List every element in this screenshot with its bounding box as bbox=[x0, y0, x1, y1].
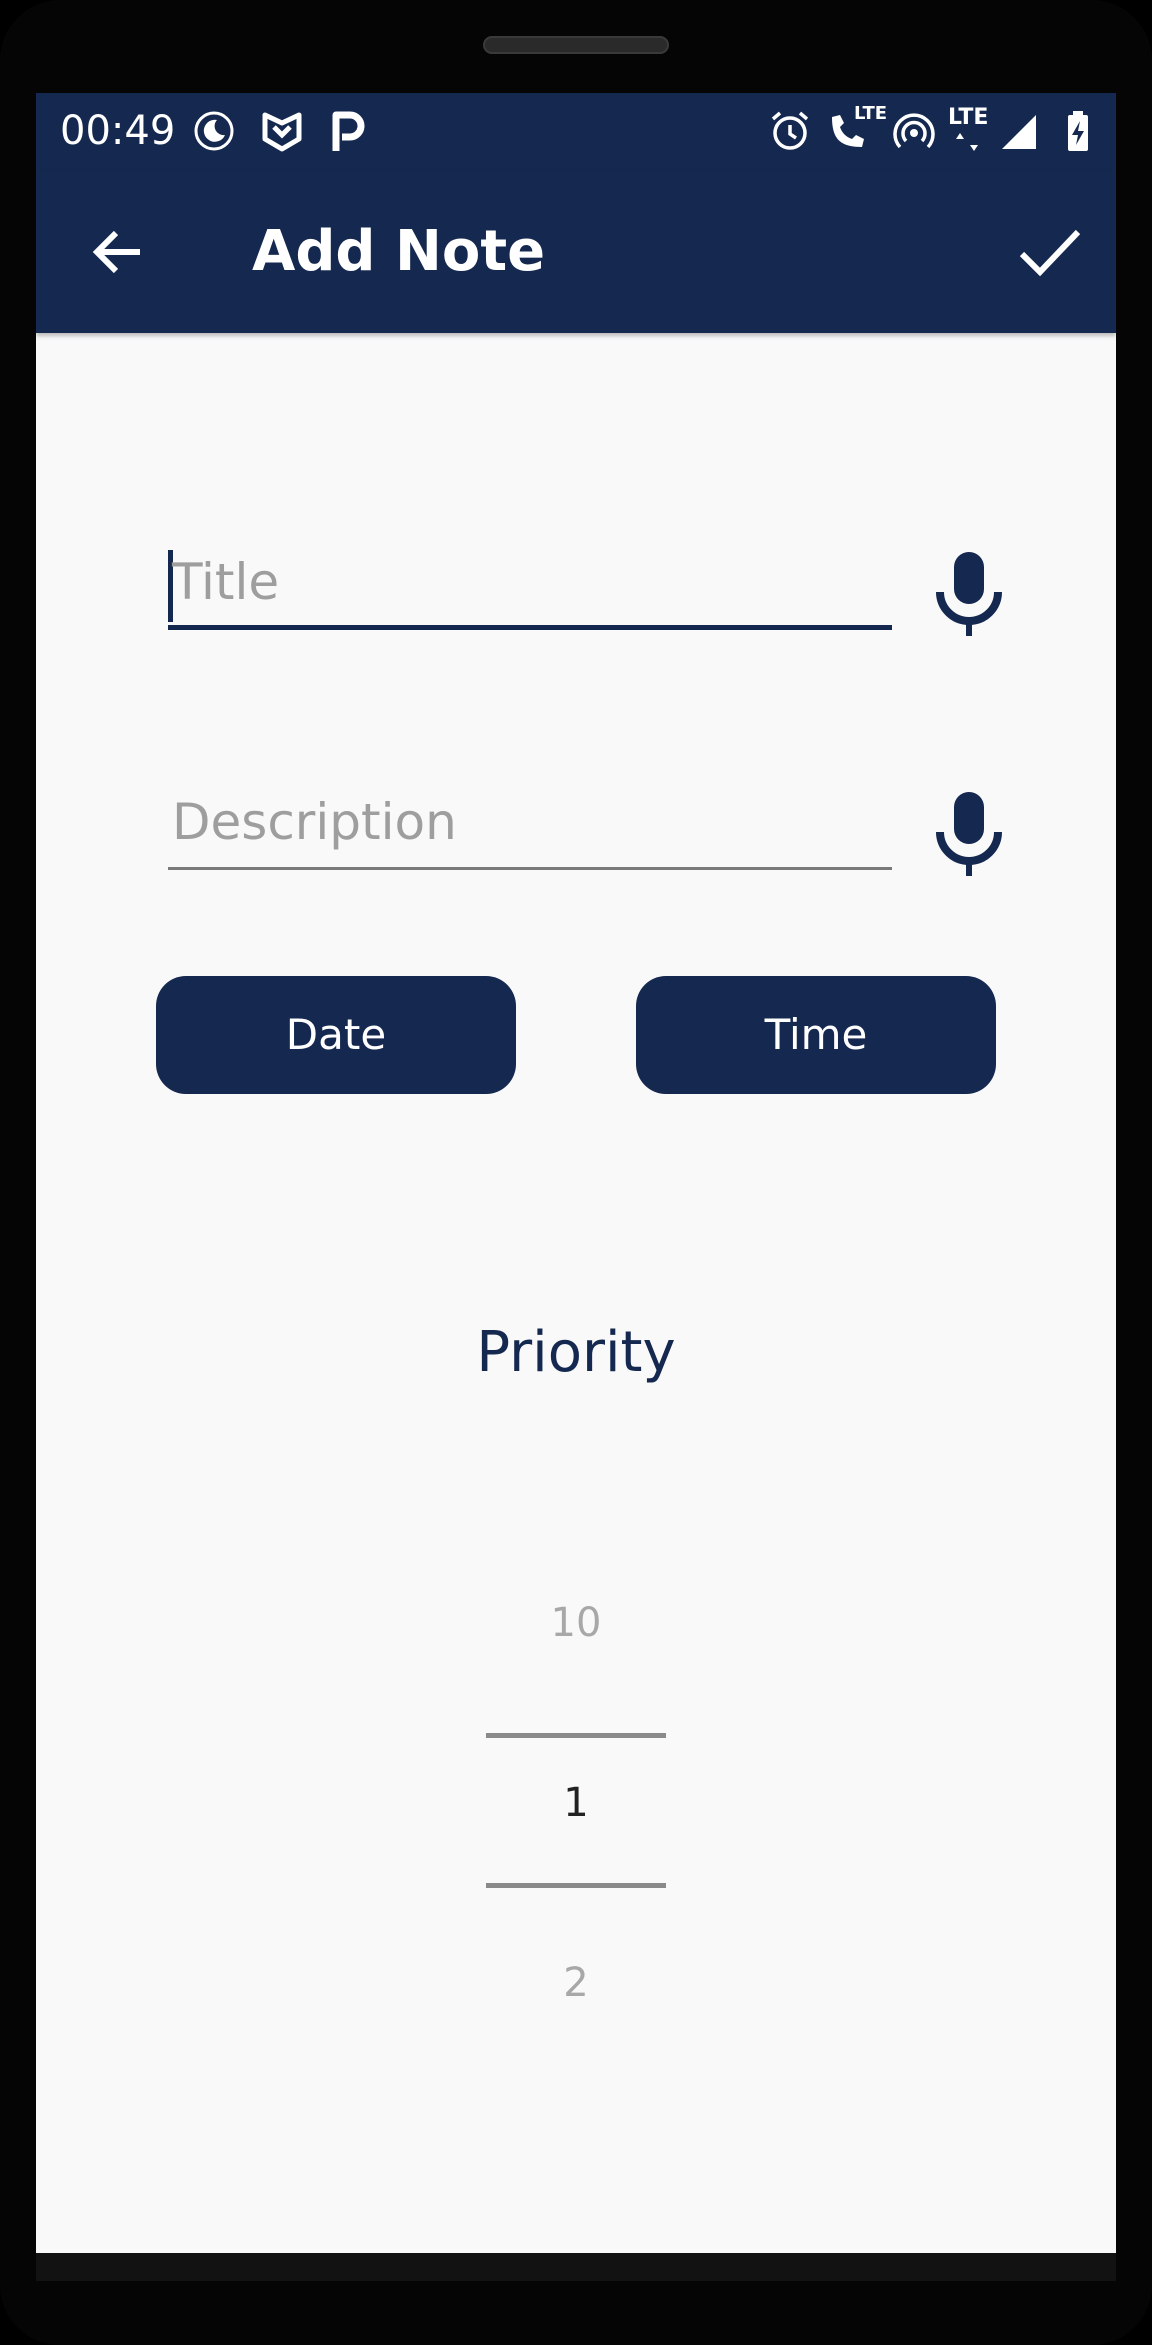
description-underline bbox=[168, 867, 892, 870]
priority-label: Priority bbox=[476, 1320, 676, 1385]
title-input[interactable]: Title bbox=[168, 540, 892, 630]
priority-picker[interactable]: 10 1 2 bbox=[456, 1493, 696, 2006]
lte-data-label: LTE bbox=[948, 105, 989, 130]
picker-next-value[interactable]: 2 bbox=[456, 1953, 696, 2013]
picker-previous-value[interactable]: 10 bbox=[456, 1593, 696, 1653]
phone-bottom-bezel bbox=[36, 2253, 1116, 2281]
title-underline bbox=[168, 625, 892, 630]
app-bar: Add Note bbox=[36, 170, 1116, 333]
arrow-left-icon[interactable] bbox=[84, 217, 154, 287]
page-title: Add Note bbox=[252, 219, 546, 284]
signal-icon bbox=[1002, 115, 1036, 149]
p-app-icon bbox=[332, 111, 365, 151]
status-bar: 00:49 LTE LTE bbox=[36, 93, 1116, 170]
shield-logo-icon bbox=[262, 112, 302, 152]
picker-divider-top bbox=[486, 1733, 666, 1738]
picker-divider-bottom bbox=[486, 1883, 666, 1888]
hotspot-icon bbox=[893, 113, 935, 149]
title-placeholder: Title bbox=[172, 553, 280, 611]
app-screen: 00:49 LTE LTE Add Note Title Description… bbox=[36, 93, 1116, 2253]
night-mode-icon bbox=[194, 111, 234, 151]
phone-frame: 00:49 LTE LTE Add Note Title Description… bbox=[0, 0, 1152, 2345]
alarm-icon bbox=[771, 111, 809, 150]
lte-call-label: LTE bbox=[854, 103, 888, 124]
check-icon[interactable] bbox=[1012, 214, 1088, 290]
phone-speaker bbox=[483, 36, 669, 54]
status-time: 00:49 bbox=[60, 108, 176, 154]
lte-data-icon bbox=[956, 133, 978, 151]
description-placeholder: Description bbox=[172, 793, 457, 851]
microphone-icon[interactable] bbox=[936, 548, 1002, 638]
date-button[interactable]: Date bbox=[156, 976, 516, 1094]
description-input[interactable]: Description bbox=[168, 780, 892, 870]
microphone-icon[interactable] bbox=[936, 788, 1002, 878]
battery-charging-icon bbox=[1068, 111, 1088, 151]
time-button[interactable]: Time bbox=[636, 976, 996, 1094]
picker-selected-value[interactable]: 1 bbox=[456, 1773, 696, 1833]
